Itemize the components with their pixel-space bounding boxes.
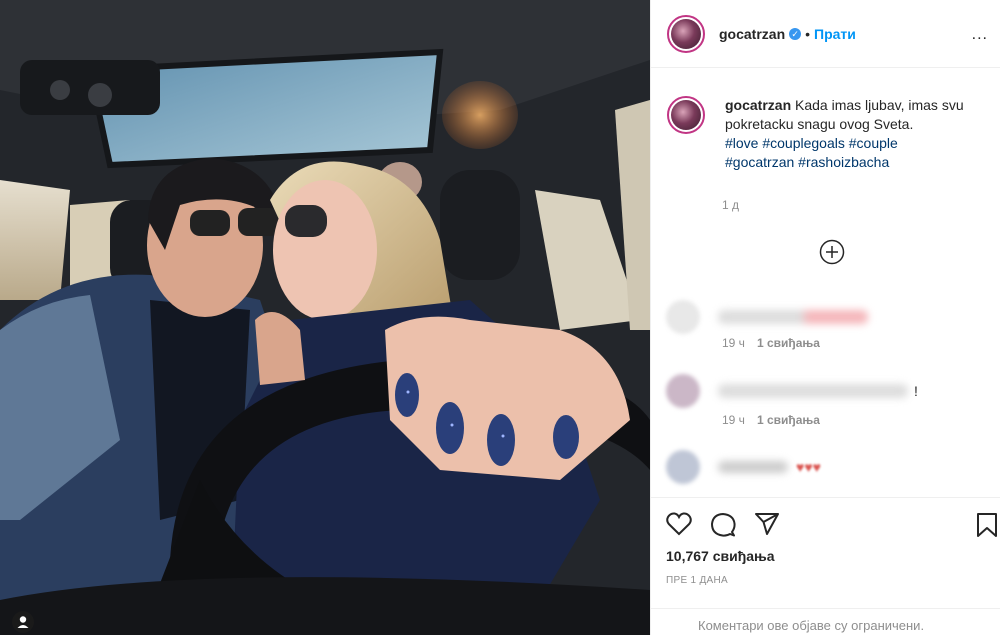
verified-badge-icon: ✓ (789, 27, 802, 40)
author-avatar[interactable] (667, 14, 705, 53)
more-options-icon[interactable]: ... (972, 26, 988, 44)
comment-time: 19 ч (722, 413, 745, 427)
post-date[interactable]: ПРЕ 1 ДАНА (666, 575, 728, 586)
commenter-avatar[interactable] (666, 374, 700, 408)
post-actions: 10,767 свиђања ПРЕ 1 ДАНА Коментари ове … (650, 497, 1000, 636)
comments-restricted-bar: Коментари ове објаве су ограничени. (650, 608, 1000, 639)
hearts-emoji: ♥♥♥ (796, 459, 821, 475)
comment-meta: 19 ч 1 свиђања (722, 413, 820, 427)
author-username[interactable]: gocatrzan (719, 26, 785, 42)
hashtag-link[interactable]: #rashoizbacha (798, 154, 889, 170)
share-icon[interactable] (754, 512, 780, 536)
comment-likes[interactable]: 1 свиђања (757, 336, 820, 350)
comment-meta: 19 ч 1 свиђања (722, 336, 820, 350)
comment-item: ♥♥♥ (666, 450, 821, 484)
comment-item (666, 300, 868, 334)
post-header: gocatrzan ✓ • Прати ... (651, 0, 1000, 68)
follow-button[interactable]: Прати (814, 26, 856, 42)
comment-text-blurred (718, 384, 908, 398)
post-photo[interactable] (0, 0, 650, 635)
comment-time: 19 ч (722, 336, 745, 350)
couple-in-car-photo (0, 0, 650, 635)
user-tag-icon[interactable] (12, 611, 34, 633)
comment-text-blurred (718, 310, 868, 324)
hashtag-link[interactable]: #love (725, 135, 758, 151)
hashtag-link[interactable]: #couplegoals (762, 135, 845, 151)
heart-icon[interactable] (666, 512, 692, 536)
hashtag-link[interactable]: #gocatrzan (725, 154, 794, 170)
comment-item: ! (666, 374, 918, 408)
commenter-avatar[interactable] (666, 300, 700, 334)
add-comments-icon[interactable] (819, 239, 845, 265)
comment-author-blurred (718, 461, 788, 473)
commenter-avatar[interactable] (666, 450, 700, 484)
hashtag-link[interactable]: #couple (849, 135, 898, 151)
caption-timestamp: 1 д (722, 198, 740, 212)
comment-icon[interactable] (710, 512, 736, 538)
bookmark-icon[interactable] (976, 512, 998, 538)
comment-likes[interactable]: 1 свиђања (757, 413, 820, 427)
comment-exclamation: ! (914, 383, 918, 399)
caption-author-username[interactable]: gocatrzan (725, 97, 791, 113)
separator-dot: • (805, 25, 811, 42)
caption-author-avatar[interactable] (667, 96, 705, 134)
likes-count[interactable]: 10,767 свиђања (666, 548, 775, 564)
post-caption: gocatrzan Kada imas ljubav, imas svu pok… (667, 96, 987, 172)
comments-restricted-text: Коментари ове објаве су ограничени. (698, 618, 925, 633)
caption-text-block: gocatrzan Kada imas ljubav, imas svu pok… (725, 96, 987, 172)
